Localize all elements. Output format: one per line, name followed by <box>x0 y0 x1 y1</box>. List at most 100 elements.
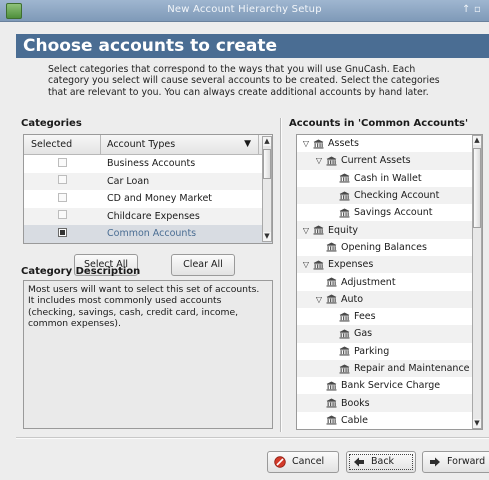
account-name: Parking <box>354 345 390 357</box>
category-selected-cell <box>24 210 101 222</box>
account-row[interactable]: Repair and Maintenance <box>297 359 482 378</box>
expander-icon[interactable]: ▽ <box>301 139 311 148</box>
column-selected-header[interactable]: Selected <box>24 135 101 154</box>
account-name: Expenses <box>328 259 374 271</box>
back-label: Back <box>371 456 395 467</box>
expander-icon[interactable]: ▽ <box>314 156 324 165</box>
forward-button[interactable]: Forward <box>422 451 489 473</box>
account-name: Gas <box>354 328 373 340</box>
scroll-up-icon[interactable]: ▲ <box>263 137 271 146</box>
categories-rows: Business Accounts Car Loan CD and Money Ma… <box>24 155 272 243</box>
clear-all-label: Clear All <box>183 259 223 270</box>
category-checkbox[interactable] <box>58 227 67 237</box>
category-name: CD and Money Market <box>107 193 213 205</box>
cancel-label: Cancel <box>292 456 325 467</box>
category-selected-cell <box>24 157 101 170</box>
category-row[interactable]: Common Accounts <box>24 225 272 243</box>
account-row[interactable]: Adjustment <box>297 273 482 290</box>
bank-icon <box>326 156 337 166</box>
account-row[interactable]: ▽ Current Assets <box>297 152 482 170</box>
bank-icon <box>313 260 324 270</box>
account-name: Cable <box>341 414 368 426</box>
bank-icon <box>326 381 337 391</box>
category-name: Business Accounts <box>107 158 196 170</box>
expander-icon[interactable]: ▽ <box>301 226 311 235</box>
bank-icon <box>326 294 337 304</box>
accounts-tree-rows: ▽ Assets ▽ Current Assets Cash in Wallet Chec… <box>297 135 482 429</box>
category-checkbox[interactable] <box>58 157 67 167</box>
footer-separator <box>16 437 489 439</box>
bank-icon <box>339 329 350 339</box>
bank-icon <box>339 312 350 322</box>
account-name: Bank Service Charge <box>341 380 441 392</box>
scroll-down-icon[interactable]: ▼ <box>263 232 271 241</box>
category-row[interactable]: Childcare Expenses <box>24 207 272 225</box>
window-titlebar[interactable]: New Account Hierarchy Setup ↑ ▫ <box>0 0 489 22</box>
category-checkbox[interactable] <box>58 210 67 220</box>
bank-icon <box>326 415 337 425</box>
category-selected-cell <box>24 192 101 205</box>
category-selected-cell <box>24 227 101 240</box>
bank-icon <box>326 277 337 287</box>
account-row[interactable]: Opening Balances <box>297 239 482 256</box>
clear-all-button[interactable]: Clear All <box>171 254 235 276</box>
account-row[interactable]: Books <box>297 394 482 412</box>
accounts-tree[interactable]: ▽ Assets ▽ Current Assets Cash in Wallet Chec… <box>296 134 483 430</box>
chevron-down-icon[interactable]: ▼ <box>244 139 251 149</box>
scroll-thumb[interactable] <box>263 149 271 179</box>
bank-icon <box>313 225 324 235</box>
categories-label: Categories <box>21 118 82 129</box>
back-arrow-icon <box>354 457 364 467</box>
category-name: Childcare Expenses <box>107 210 200 222</box>
account-name: Assets <box>328 138 359 150</box>
back-button[interactable]: Back <box>346 451 416 473</box>
account-name: Adjustment <box>341 276 396 288</box>
account-name: Opening Balances <box>341 241 427 253</box>
accounts-scrollbar[interactable]: ▲ ▼ <box>472 135 482 429</box>
column-account-types-header[interactable]: Account Types ▼ <box>101 135 259 154</box>
account-row[interactable]: ▽ Equity <box>297 221 482 239</box>
pane-separator[interactable] <box>280 118 282 432</box>
scroll-up-icon[interactable]: ▲ <box>473 136 481 145</box>
category-name: Common Accounts <box>107 228 197 240</box>
window-title: New Account Hierarchy Setup <box>167 4 322 15</box>
account-name: Fees <box>354 311 376 323</box>
account-name: Repair and Maintenance <box>354 363 470 374</box>
account-row[interactable]: Parking <box>297 343 482 360</box>
scroll-down-icon[interactable]: ▼ <box>473 419 481 428</box>
accounts-label: Accounts in 'Common Accounts' <box>289 118 469 129</box>
account-row[interactable]: ▽ Expenses <box>297 256 482 274</box>
account-row[interactable]: Fees <box>297 308 482 325</box>
account-name: Checking Account <box>354 190 440 202</box>
account-row[interactable]: Checking Account <box>297 186 482 205</box>
expander-icon[interactable]: ▽ <box>314 295 324 304</box>
forward-arrow-icon <box>430 457 440 467</box>
category-row[interactable]: CD and Money Market <box>24 190 272 208</box>
account-row[interactable]: ▽ Auto <box>297 290 482 308</box>
category-row[interactable]: Business Accounts <box>24 155 272 173</box>
account-row[interactable]: Gas <box>297 325 482 343</box>
bank-icon <box>339 208 350 218</box>
category-checkbox[interactable] <box>58 175 67 185</box>
minimize-icon[interactable]: ▫ <box>474 4 481 15</box>
account-row[interactable]: Cable <box>297 412 482 429</box>
account-row[interactable]: Savings Account <box>297 204 482 221</box>
scroll-thumb[interactable] <box>473 148 481 228</box>
category-checkbox[interactable] <box>58 192 67 202</box>
account-name: Books <box>341 397 370 409</box>
category-row[interactable]: Car Loan <box>24 172 272 190</box>
expander-icon[interactable]: ▽ <box>301 260 311 269</box>
window-menu-icon[interactable]: ↑ <box>462 4 470 15</box>
column-account-types-label: Account Types <box>107 139 176 150</box>
account-row[interactable]: ▽ Assets <box>297 135 482 152</box>
account-name: Equity <box>328 224 359 236</box>
bank-icon <box>339 191 350 201</box>
categories-scrollbar[interactable]: ▲ ▼ <box>262 136 272 242</box>
intro-text: Select categories that correspond to the… <box>48 64 440 98</box>
account-row[interactable]: Cash in Wallet <box>297 170 482 187</box>
bank-icon <box>339 364 350 374</box>
account-name: Savings Account <box>354 207 433 219</box>
categories-table[interactable]: Selected Account Types ▼ Business Accoun… <box>23 134 273 244</box>
account-row[interactable]: Bank Service Charge <box>297 377 482 394</box>
cancel-button[interactable]: Cancel <box>267 451 339 473</box>
